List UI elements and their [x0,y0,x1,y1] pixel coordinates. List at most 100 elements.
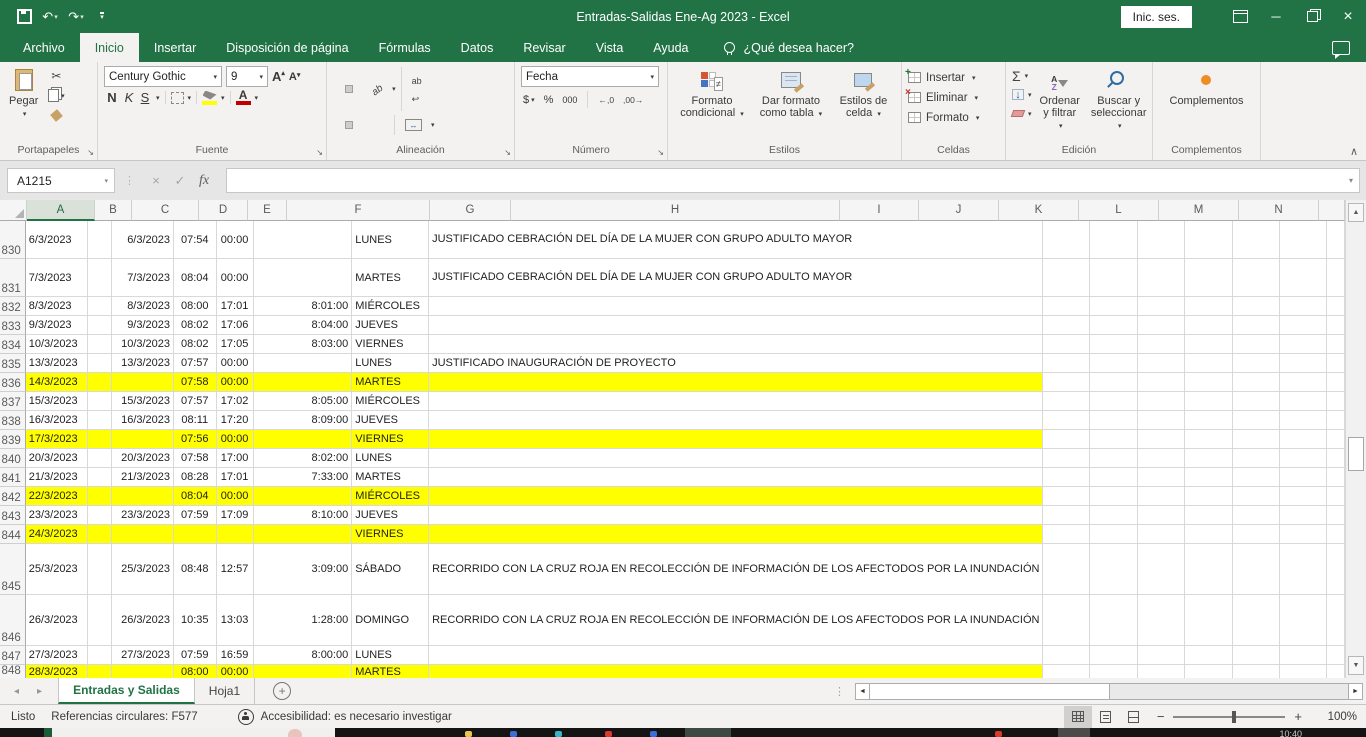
cell-K848[interactable] [1138,665,1185,678]
cell-B842[interactable] [88,487,112,506]
addins-button[interactable]: Complementos [1167,66,1247,108]
cell-x840[interactable] [1327,449,1345,468]
cell-A840[interactable]: 20/3/2023 [26,449,89,468]
cell-B839[interactable] [88,430,112,449]
row-header-842[interactable]: 842 [0,487,26,506]
format-cells-button[interactable]: Formato▾ [908,108,979,127]
menu-tab-insertar[interactable]: Insertar [139,33,211,62]
cell-G834[interactable]: VIERNES [352,335,429,354]
cell-I843[interactable] [1043,506,1090,525]
cell-F838[interactable]: 8:09:00 [254,411,353,430]
cell-K841[interactable] [1138,468,1185,487]
tell-me-box[interactable]: ¿Qué desea hacer? [704,33,855,62]
cell-K839[interactable] [1138,430,1185,449]
cell-G833[interactable]: JUEVES [352,316,429,335]
cell-M834[interactable] [1233,335,1280,354]
zoom-slider[interactable] [1173,716,1285,718]
cell-I845[interactable] [1043,544,1090,595]
cell-B846[interactable] [88,595,112,646]
cell-N835[interactable] [1280,354,1327,373]
cell-K832[interactable] [1138,297,1185,316]
cell-F843[interactable]: 8:10:00 [254,506,353,525]
undo-button[interactable]: ↶▾ [38,6,62,28]
cell-F836[interactable] [254,373,353,392]
cell-C841[interactable]: 21/3/2023 [112,468,174,487]
cell-B843[interactable] [88,506,112,525]
cell-A841[interactable]: 21/3/2023 [26,468,89,487]
cell-D832[interactable]: 08:00 [174,297,217,316]
cell-E832[interactable]: 17:01 [217,297,254,316]
row-header-830[interactable]: 830 [0,221,26,259]
column-header-blank[interactable] [1319,200,1345,221]
number-format-combo[interactable]: Fecha▾ [521,66,659,87]
cell-I840[interactable] [1043,449,1090,468]
cell-H835[interactable]: JUSTIFICADO INAUGURACIÓN DE PROYECTO [429,354,1043,373]
cell-G847[interactable]: LUNES [352,646,429,665]
grow-font-button[interactable]: A▴ [272,69,285,84]
cell-G842[interactable]: MIÉRCOLES [352,487,429,506]
cell-L838[interactable] [1185,411,1232,430]
zoom-in-button[interactable]: + [1285,709,1311,724]
cell-G837[interactable]: MIÉRCOLES [352,392,429,411]
cell-A847[interactable]: 27/3/2023 [26,646,89,665]
cell-N844[interactable] [1280,525,1327,544]
fill-button[interactable]: ↓▾ [1012,85,1032,104]
cell-J839[interactable] [1090,430,1137,449]
cell-K830[interactable] [1138,221,1185,259]
cell-H841[interactable] [429,468,1043,487]
cell-E841[interactable]: 17:01 [217,468,254,487]
restore-button[interactable] [1294,0,1330,33]
sort-filter-button[interactable]: AZ Ordenar y filtrar ▾ [1037,66,1083,134]
cell-G831[interactable]: MARTES [352,259,429,297]
cell-K836[interactable] [1138,373,1185,392]
cell-H847[interactable] [429,646,1043,665]
cell-A838[interactable]: 16/3/2023 [26,411,89,430]
cell-B845[interactable] [88,544,112,595]
cell-I839[interactable] [1043,430,1090,449]
cell-H842[interactable] [429,487,1043,506]
cell-B840[interactable] [88,449,112,468]
cell-A835[interactable]: 13/3/2023 [26,354,89,373]
cell-F834[interactable]: 8:03:00 [254,335,353,354]
cell-G843[interactable]: JUEVES [352,506,429,525]
cell-K843[interactable] [1138,506,1185,525]
currency-format-button[interactable]: $▾ [521,90,537,109]
cell-H844[interactable] [429,525,1043,544]
font-color-button[interactable]: A [236,90,251,105]
cell-G836[interactable]: MARTES [352,373,429,392]
comment-icon[interactable] [1332,41,1350,55]
find-select-button[interactable]: Buscar y seleccionar ▾ [1088,66,1150,134]
cell-I831[interactable] [1043,259,1090,297]
font-size-combo[interactable]: 9▾ [226,66,268,87]
cell-x838[interactable] [1327,411,1345,430]
cell-N832[interactable] [1280,297,1327,316]
row-header-831[interactable]: 831 [0,259,26,297]
cell-C846[interactable]: 26/3/2023 [112,595,174,646]
cell-B838[interactable] [88,411,112,430]
cell-L834[interactable] [1185,335,1232,354]
menu-tab-inicio[interactable]: Inicio [80,33,139,62]
cell-C842[interactable] [112,487,174,506]
cell-L833[interactable] [1185,316,1232,335]
cell-F842[interactable] [254,487,353,506]
increase-decimal-button[interactable]: ←,0 [596,90,616,109]
cell-H834[interactable] [429,335,1043,354]
cell-H836[interactable] [429,373,1043,392]
cell-L848[interactable] [1185,665,1232,678]
cell-E833[interactable]: 17:06 [217,316,254,335]
cell-D846[interactable]: 10:35 [174,595,217,646]
align-bottom-button[interactable] [355,84,365,94]
cell-F847[interactable]: 8:00:00 [254,646,353,665]
cell-x833[interactable] [1327,316,1345,335]
cell-M846[interactable] [1233,595,1280,646]
cell-B836[interactable] [88,373,112,392]
scroll-right-button[interactable]: ► [1348,683,1363,700]
cell-I836[interactable] [1043,373,1090,392]
row-header-841[interactable]: 841 [0,468,26,487]
sheet-nav-left-icon[interactable]: ◂ [14,686,19,697]
column-header-C[interactable]: C [132,200,199,221]
cell-E844[interactable] [217,525,254,544]
cell-C834[interactable]: 10/3/2023 [112,335,174,354]
cell-N847[interactable] [1280,646,1327,665]
percent-format-button[interactable]: % [542,90,556,109]
